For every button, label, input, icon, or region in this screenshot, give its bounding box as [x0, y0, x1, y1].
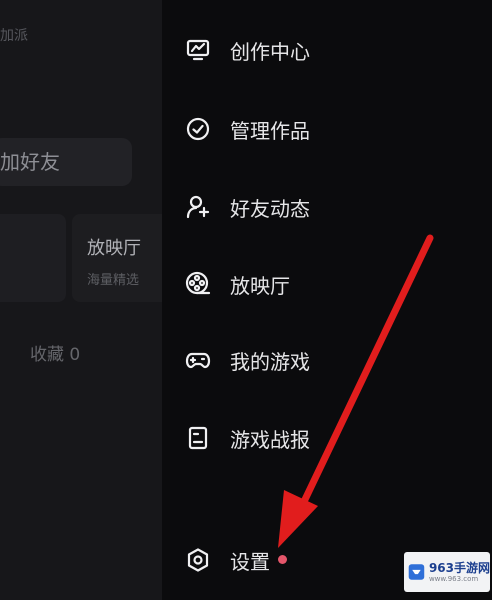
menu-item-manage-works[interactable]: 管理作品	[184, 109, 310, 149]
gamepad-icon	[184, 346, 212, 374]
cinema-card-subtitle: 海量精选	[87, 273, 140, 288]
watermark-name: 963手游网	[428, 560, 490, 575]
film-reel-icon	[184, 270, 212, 298]
report-icon	[184, 424, 212, 452]
watermark-logo-icon	[408, 564, 425, 580]
monitor-chart-icon	[184, 36, 212, 64]
cinema-card[interactable]: 放映厅 海量精选	[72, 214, 162, 302]
top-fragment-text: 加派	[0, 28, 28, 44]
favorites-count[interactable]: 收藏 0	[30, 340, 80, 365]
menu-item-label: 我的游戏	[230, 349, 310, 374]
menu-item-my-games[interactable]: 我的游戏	[184, 340, 310, 380]
menu-item-label: 放映厅	[230, 273, 290, 298]
menu-item-settings[interactable]: 设置	[184, 540, 287, 580]
menu-item-label: 管理作品	[230, 118, 310, 143]
check-circle-icon	[184, 115, 212, 143]
cinema-card-title: 放映厅	[87, 238, 141, 259]
thumbnail-card[interactable]	[0, 214, 66, 302]
profile-panel-dimmed: 加派 加好友 放映厅 海量精选 收藏 0	[0, 0, 162, 600]
notification-badge-dot	[278, 554, 287, 564]
watermark-url: www.963.com	[428, 574, 479, 583]
menu-item-label: 游戏战报	[230, 427, 310, 452]
menu-item-creation-center[interactable]: 创作中心	[184, 30, 310, 70]
menu-item-friend-feed[interactable]: 好友动态	[184, 187, 310, 227]
menu-item-game-report[interactable]: 游戏战报	[184, 418, 310, 458]
menu-item-label: 好友动态	[230, 196, 310, 221]
side-drawer-menu: 创作中心 管理作品 好友动态 放映厅 我的游戏 游戏战报 设置	[162, 0, 492, 600]
settings-hexagon-icon	[184, 546, 212, 574]
person-sparkle-icon	[184, 193, 212, 221]
menu-item-label: 创作中心	[230, 39, 310, 64]
menu-item-cinema[interactable]: 放映厅	[184, 264, 290, 304]
site-watermark: 963手游网 www.963.com	[404, 552, 490, 592]
menu-item-label: 设置	[230, 549, 270, 574]
add-friend-button[interactable]: 加好友	[0, 138, 132, 186]
